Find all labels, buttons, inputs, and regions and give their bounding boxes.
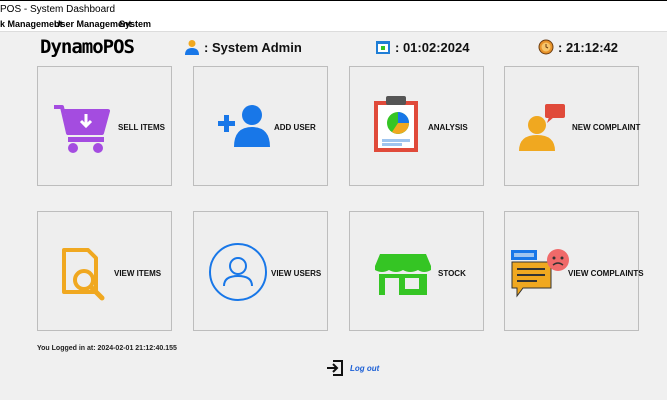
add-user-icon xyxy=(218,105,270,147)
new-complaint-button[interactable]: NEW COMPLAINT xyxy=(504,66,641,186)
current-user-name: : System Admin xyxy=(204,39,302,55)
menu-bar: k Management User Management System xyxy=(0,19,667,32)
new-complaint-label: NEW COMPLAINT xyxy=(572,123,641,132)
login-status: You Logged in at: 2024-02-01 21:12:40.15… xyxy=(37,345,177,352)
add-user-label: ADD USER xyxy=(274,123,316,132)
logout-button[interactable]: Log out xyxy=(326,360,379,376)
date-value: : 01:02:2024 xyxy=(395,39,470,55)
new-complaint-icon xyxy=(519,104,565,151)
view-items-button[interactable]: VIEW ITEMS xyxy=(37,211,172,331)
logout-icon xyxy=(327,360,343,376)
view-complaints-button[interactable]: VIEW COMPLAINTS xyxy=(504,211,644,331)
analysis-clipboard-icon xyxy=(374,96,418,152)
sell-items-button[interactable]: SELL ITEMS xyxy=(37,66,172,186)
clock-icon xyxy=(538,39,554,55)
analysis-button[interactable]: ANALYSIS xyxy=(349,66,484,186)
view-complaints-icon xyxy=(511,249,569,298)
time-value: : 21:12:42 xyxy=(558,39,618,55)
view-complaints-label: VIEW COMPLAINTS xyxy=(568,269,644,278)
stock-button[interactable]: STOCK xyxy=(349,211,484,331)
menu-item-system[interactable]: System xyxy=(119,19,151,30)
user-icon xyxy=(185,40,199,55)
analysis-label: ANALYSIS xyxy=(428,123,468,132)
add-user-button[interactable]: ADD USER xyxy=(193,66,328,186)
view-users-label: VIEW USERS xyxy=(271,269,322,278)
view-users-icon xyxy=(209,243,267,301)
current-time: : 21:12:42 xyxy=(538,39,618,55)
shopping-cart-icon xyxy=(54,105,110,153)
store-icon xyxy=(375,254,431,295)
view-items-icon xyxy=(62,248,105,301)
logout-label: Log out xyxy=(350,363,380,373)
view-users-button[interactable]: VIEW USERS xyxy=(193,211,328,331)
calendar-icon xyxy=(376,41,390,54)
view-items-label: VIEW ITEMS xyxy=(114,269,162,278)
sell-items-label: SELL ITEMS xyxy=(118,123,165,132)
window-title: POS - System Dashboard xyxy=(0,4,116,15)
current-date: : 01:02:2024 xyxy=(375,39,469,55)
app-logo: DynamoPOS xyxy=(40,36,135,58)
window-titlebar: POS - System Dashboard xyxy=(0,0,667,19)
current-user: : System Admin xyxy=(184,39,302,55)
stock-label: STOCK xyxy=(438,269,466,278)
